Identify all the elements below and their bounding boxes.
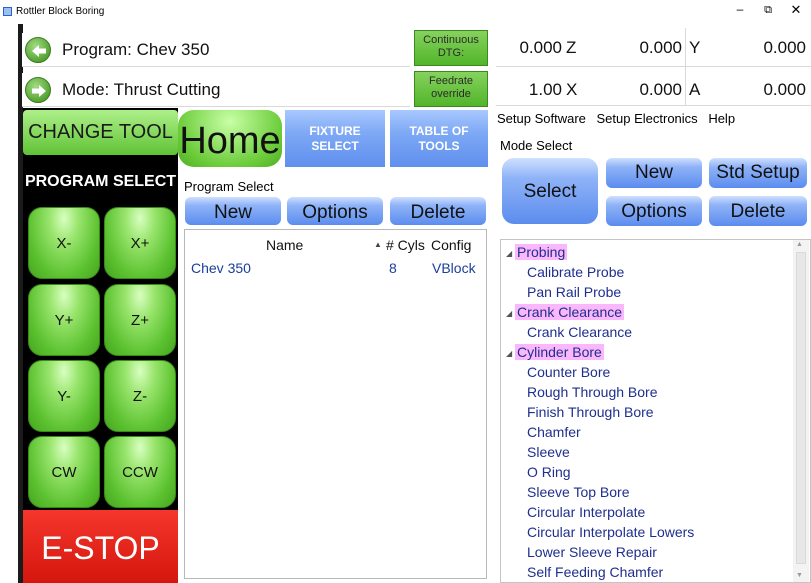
program-row: Program: Chev 350: [22, 33, 410, 67]
jog-ccw-button[interactable]: CCW: [104, 436, 176, 508]
arrow-right-icon: [32, 85, 46, 97]
feedrate-override-button[interactable]: Feedrate override: [414, 71, 488, 107]
x-readout: 1.00: [528, 80, 562, 99]
menu-bar: Setup Software Setup Electronics Help: [497, 111, 742, 126]
menu-setup-electronics[interactable]: Setup Electronics: [597, 111, 698, 126]
tree-scrollbar-thumb[interactable]: [796, 252, 806, 564]
jog-z-minus-button[interactable]: Z-: [104, 360, 176, 432]
mode-select-button[interactable]: Select: [502, 158, 598, 224]
program-select-heading[interactable]: PROGRAM SELECT: [23, 173, 178, 191]
mode-new-button[interactable]: New: [606, 158, 702, 188]
program-label: Program: Chev 350: [62, 40, 210, 59]
estop-button[interactable]: E-STOP IN: [23, 510, 178, 583]
tree-item[interactable]: Counter Bore: [527, 364, 610, 380]
program-list[interactable]: [184, 229, 487, 579]
jog-z-plus-button[interactable]: Z+: [104, 284, 176, 356]
mode-select-title: Mode Select: [500, 138, 573, 153]
arrow-left-icon: [32, 45, 46, 57]
tree-category-cylinder[interactable]: Cylinder Bore: [515, 344, 604, 360]
collapse-triangle-icon[interactable]: ◢: [506, 349, 512, 358]
tree-item[interactable]: Crank Clearance: [527, 324, 632, 340]
forward-button[interactable]: [25, 77, 51, 103]
change-tool-button[interactable]: CHANGE TOOL: [23, 110, 178, 155]
mode-options-button[interactable]: Options: [606, 196, 702, 226]
x-axis-label: X: [566, 80, 578, 99]
collapse-triangle-icon[interactable]: ◢: [506, 249, 512, 258]
program-options-button[interactable]: Options: [287, 197, 383, 225]
program-select-title: Program Select: [184, 179, 274, 194]
tree-item[interactable]: Circular Interpolate: [527, 504, 645, 520]
readout-r2c3: 0.000: [763, 80, 806, 99]
column-header-config[interactable]: Config: [431, 237, 471, 253]
jog-x-plus-button[interactable]: X+: [104, 207, 176, 279]
menu-setup-software[interactable]: Setup Software: [497, 111, 586, 126]
back-button[interactable]: [25, 37, 51, 63]
a-axis-label: A: [689, 80, 701, 99]
continuous-dtg-button[interactable]: Continuous DTG:: [414, 30, 488, 66]
mode-row: Mode: Thrust Cutting: [22, 73, 410, 107]
tree-category-probing[interactable]: Probing: [515, 244, 568, 260]
jog-y-plus-button[interactable]: Y+: [28, 284, 100, 356]
jog-y-minus-button[interactable]: Y-: [28, 360, 100, 432]
app-icon: [3, 7, 12, 16]
tree-category-crank[interactable]: Crank Clearance: [515, 304, 625, 320]
sort-arrow-icon: ▲: [374, 240, 382, 249]
program-delete-button[interactable]: Delete: [390, 197, 486, 225]
tree-item[interactable]: Circular Interpolate Lowers: [527, 524, 694, 540]
program-new-button[interactable]: New: [185, 197, 281, 225]
column-header-name[interactable]: Name: [266, 237, 303, 253]
tree-item[interactable]: Lower Sleeve Repair: [527, 544, 657, 560]
menu-help[interactable]: Help: [708, 111, 735, 126]
table-of-tools-button[interactable]: TABLE OF TOOLS: [390, 110, 488, 167]
tree-item[interactable]: Sleeve Top Bore: [527, 484, 629, 500]
close-button[interactable]: ✕: [786, 2, 806, 18]
std-setup-button[interactable]: Std Setup: [709, 158, 807, 188]
readout-r1c3: 0.000: [763, 38, 806, 57]
a-readout: 0.000: [639, 80, 682, 99]
z-readout: 0.000: [519, 38, 562, 57]
row-cyls: 8: [389, 260, 397, 276]
tree-item[interactable]: Sleeve: [527, 444, 570, 460]
y-readout: 0.000: [639, 38, 682, 57]
row-config: VBlock: [432, 260, 476, 276]
readout-divider: [496, 66, 811, 67]
collapse-triangle-icon[interactable]: ◢: [506, 309, 512, 318]
jog-cw-button[interactable]: CW: [28, 436, 100, 508]
left-margin: [0, 24, 18, 583]
tree-item[interactable]: Pan Rail Probe: [527, 284, 621, 300]
tree-item[interactable]: Chamfer: [527, 424, 581, 440]
mode-tree[interactable]: ◢ Probing Calibrate Probe Pan Rail Probe…: [500, 239, 811, 583]
readout-divider: [496, 105, 811, 106]
readout-divider: [685, 28, 686, 106]
tree-item[interactable]: Rough Through Bore: [527, 384, 658, 400]
jog-x-minus-button[interactable]: X-: [28, 207, 100, 279]
tree-item[interactable]: Finish Through Bore: [527, 404, 654, 420]
row-name: Chev 350: [191, 260, 251, 276]
title-bar: [0, 0, 811, 24]
home-button[interactable]: Home: [178, 110, 282, 167]
tree-item[interactable]: Self Feeding Chamfer: [527, 564, 663, 580]
column-header-cyls[interactable]: # Cyls: [386, 237, 425, 253]
minimize-button[interactable]: –: [730, 2, 750, 18]
window-title: Rottler Block Boring: [16, 6, 105, 17]
mode-delete-button[interactable]: Delete: [709, 196, 807, 226]
maximize-button[interactable]: ⧉: [758, 2, 778, 18]
scroll-down-icon[interactable]: ▼: [796, 572, 803, 579]
y-axis-label: Y: [689, 38, 701, 57]
tree-item[interactable]: O Ring: [527, 464, 571, 480]
scroll-up-icon[interactable]: ▲: [796, 241, 803, 248]
mode-label: Mode: Thrust Cutting: [62, 80, 221, 99]
fixture-select-button[interactable]: FIXTURE SELECT: [285, 110, 385, 167]
z-axis-label: Z: [566, 38, 577, 57]
tree-item[interactable]: Calibrate Probe: [527, 264, 624, 280]
